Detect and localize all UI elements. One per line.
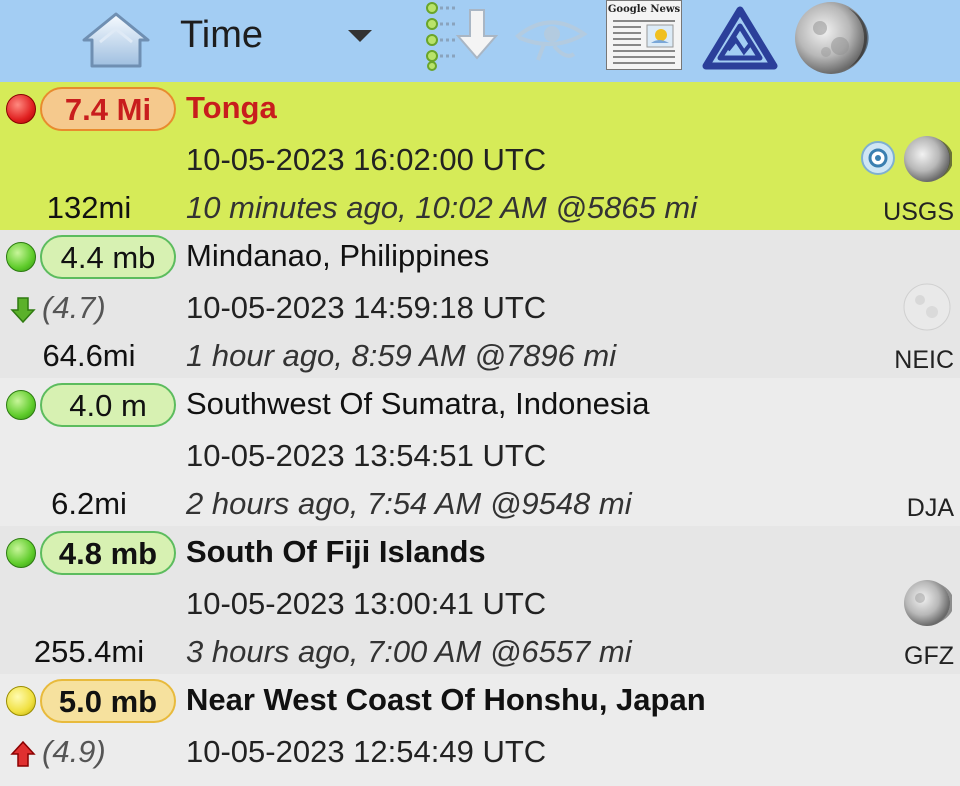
quake-relative-time: 1 hour ago, 8:59 AM @7896 mi (186, 338, 617, 373)
moon-phase-icon (903, 283, 951, 331)
home-icon[interactable] (80, 8, 152, 72)
quake-depth: 132mi (46, 190, 132, 225)
quake-depth: 255.4mi (33, 634, 145, 669)
quake-location: Near West Coast Of Honshu, Japan (186, 682, 706, 717)
quake-row-honshu[interactable]: 5.0 mb Near West Coast Of Honshu, Japan … (0, 674, 960, 786)
quake-source: DJA (906, 494, 954, 522)
quake-location: Southwest Of Sumatra, Indonesia (186, 386, 650, 421)
arrow-up-icon (10, 740, 36, 767)
quake-row-tonga[interactable]: 7.4 Mi Tonga 10-05-2023 16:02:00 UTC 132… (0, 82, 960, 230)
alert-level-dot (6, 94, 36, 124)
news-icon[interactable]: Google News (606, 0, 682, 70)
quake-relative-time: 10 minutes ago, 10:02 AM @5865 mi (186, 190, 698, 225)
quake-source: USGS (883, 198, 954, 226)
quake-utc-time: 10-05-2023 13:54:51 UTC (186, 438, 547, 473)
quake-utc-time: 10-05-2023 13:00:41 UTC (186, 586, 547, 621)
magnitude-badge: 5.0 mb (40, 679, 176, 723)
alert-level-dot (6, 538, 36, 568)
moon-icon[interactable] (790, 0, 872, 76)
sort-dropdown-label[interactable]: Time (180, 14, 263, 57)
quake-location: South Of Fiji Islands (186, 534, 486, 569)
quake-depth: 6.2mi (51, 486, 127, 521)
filter-list-icon[interactable] (420, 0, 498, 72)
alert-level-dot (6, 390, 36, 420)
moon-phase-icon (904, 136, 952, 182)
alert-level-dot (6, 686, 36, 716)
quake-row-fiji[interactable]: 4.8 mb South Of Fiji Islands 10-05-2023 … (0, 526, 960, 674)
quake-relative-time: 3 hours ago, 7:00 AM @6557 mi (186, 634, 632, 669)
moon-phase-icon (904, 580, 952, 626)
quake-row-sumatra[interactable]: 4.0 m Southwest Of Sumatra, Indonesia 10… (0, 378, 960, 526)
quake-utc-time: 10-05-2023 14:59:18 UTC (186, 290, 547, 325)
previous-magnitude: (4.7) (10, 290, 106, 326)
magnitude-badge: 4.4 mb (40, 235, 176, 279)
quake-utc-time: 10-05-2023 16:02:00 UTC (186, 142, 547, 177)
previous-magnitude: (4.9) (10, 734, 106, 770)
quake-location: Mindanao, Philippines (186, 238, 490, 273)
eye-icon[interactable] (514, 14, 588, 64)
quake-source: GFZ (904, 642, 954, 670)
previous-magnitude-value: (4.7) (42, 290, 106, 325)
magnitude-badge: 4.0 m (40, 383, 176, 427)
previous-magnitude-value: (4.9) (42, 734, 106, 769)
chevron-down-icon[interactable] (348, 30, 372, 42)
quake-row-mindanao[interactable]: 4.4 mb Mindanao, Philippines (4.7) 10-05… (0, 230, 960, 378)
magnitude-badge: 7.4 Mi (40, 87, 176, 131)
quake-app-icon[interactable] (702, 6, 778, 72)
arrow-down-icon (10, 297, 36, 323)
quake-depth: 64.6mi (42, 338, 136, 373)
quake-relative-time: 2 hours ago, 7:54 AM @9548 mi (186, 486, 632, 521)
quake-source: NEIC (894, 346, 954, 374)
magnitude-badge: 4.8 mb (40, 531, 176, 575)
felt-report-icon (861, 141, 895, 175)
news-icon-title: Google News (607, 4, 681, 15)
toolbar: Time Google News (0, 0, 960, 82)
alert-level-dot (6, 242, 36, 272)
quake-utc-time: 10-05-2023 12:54:49 UTC (186, 734, 547, 769)
quake-location: Tonga (186, 90, 277, 125)
